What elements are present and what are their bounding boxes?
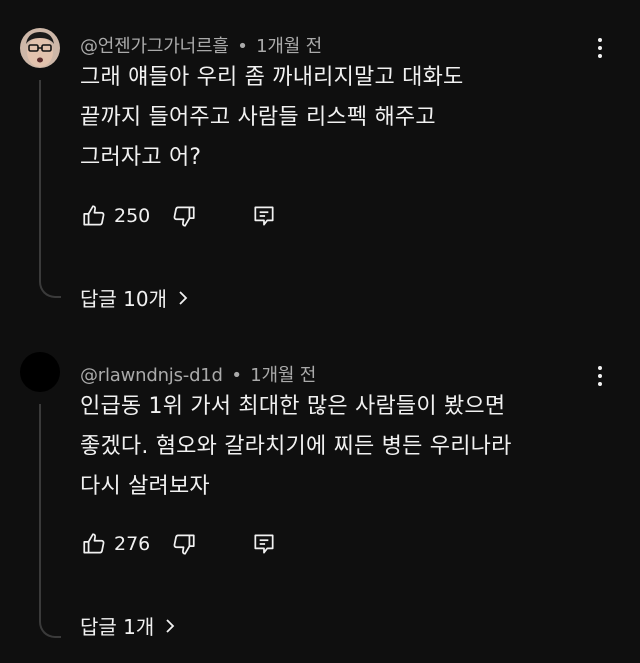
thumbs-up-icon (83, 533, 105, 554)
view-replies-button[interactable]: 답글 1개 (80, 611, 176, 640)
reply-button[interactable] (250, 530, 278, 558)
thumbs-down-icon (173, 206, 195, 227)
comment-line: 그러자고 어? (80, 145, 202, 170)
meta-separator: • (237, 36, 248, 57)
more-button[interactable] (592, 34, 608, 62)
comment-line: 인급동 1위 가서 최대한 많은 사람들이 봤으면 (80, 394, 506, 419)
comment-time: 1개월 전 (250, 365, 317, 386)
thumbs-down-icon (173, 534, 195, 555)
more-button[interactable] (592, 362, 608, 390)
reply-comment-icon (254, 206, 274, 226)
comment-meta: @rlawndnjs-d1d • 1개월 전 (80, 361, 316, 387)
replies-label: 답글 10개 (80, 287, 168, 311)
meta-separator: • (231, 365, 242, 386)
comment-2: @rlawndnjs-d1d • 1개월 전 인급동 1위 가서 최대한 많은 … (0, 330, 640, 663)
like-button[interactable] (80, 530, 108, 558)
dislike-button[interactable] (170, 202, 198, 230)
thread-line (39, 404, 41, 622)
reply-button[interactable] (250, 202, 278, 230)
like-count: 276 (114, 533, 151, 555)
reply-comment-icon (254, 534, 274, 554)
thread-line (39, 80, 41, 282)
author-handle[interactable]: @언젠가그가너르흘 (80, 36, 229, 57)
like-button[interactable] (80, 202, 108, 230)
comment-actions: 250 (80, 201, 278, 231)
comment-time: 1개월 전 (256, 36, 323, 57)
thread-curve (39, 620, 61, 638)
comment-line: 좋겠다. 혐오와 갈라치기에 찌든 병든 우리나라 (80, 434, 512, 459)
comment-meta: @언젠가그가너르흘 • 1개월 전 (80, 32, 322, 58)
more-vertical-icon (598, 366, 602, 370)
comment-line: 그래 얘들아 우리 좀 까내리지말고 대화도 (80, 65, 464, 90)
view-replies-button[interactable]: 답글 10개 (80, 283, 189, 312)
comment-1: @언젠가그가너르흘 • 1개월 전 그래 얘들아 우리 좀 까내리지말고 대화도… (0, 0, 640, 330)
comment-actions: 276 (80, 529, 278, 559)
author-handle[interactable]: @rlawndnjs-d1d (80, 365, 223, 386)
thumbs-up-icon (83, 205, 105, 226)
thread-curve (39, 280, 61, 298)
like-count: 250 (114, 205, 151, 227)
more-vertical-icon (598, 38, 602, 42)
dislike-button[interactable] (170, 530, 198, 558)
comment-text: 그래 얘들아 우리 좀 까내리지말고 대화도 끝까지 들어주고 사람들 리스펙 … (80, 58, 463, 178)
comment-line: 끝까지 들어주고 사람들 리스펙 해주고 (80, 105, 436, 130)
avatar[interactable] (20, 352, 60, 392)
avatar[interactable] (20, 28, 60, 68)
replies-label: 답글 1개 (80, 615, 155, 639)
comment-line: 다시 살려보자 (80, 474, 210, 499)
comment-text: 인급동 1위 가서 최대한 많은 사람들이 봤으면 좋겠다. 혐오와 갈라치기에… (80, 387, 512, 507)
chevron-right-icon (164, 618, 176, 634)
chevron-right-icon (177, 290, 189, 306)
